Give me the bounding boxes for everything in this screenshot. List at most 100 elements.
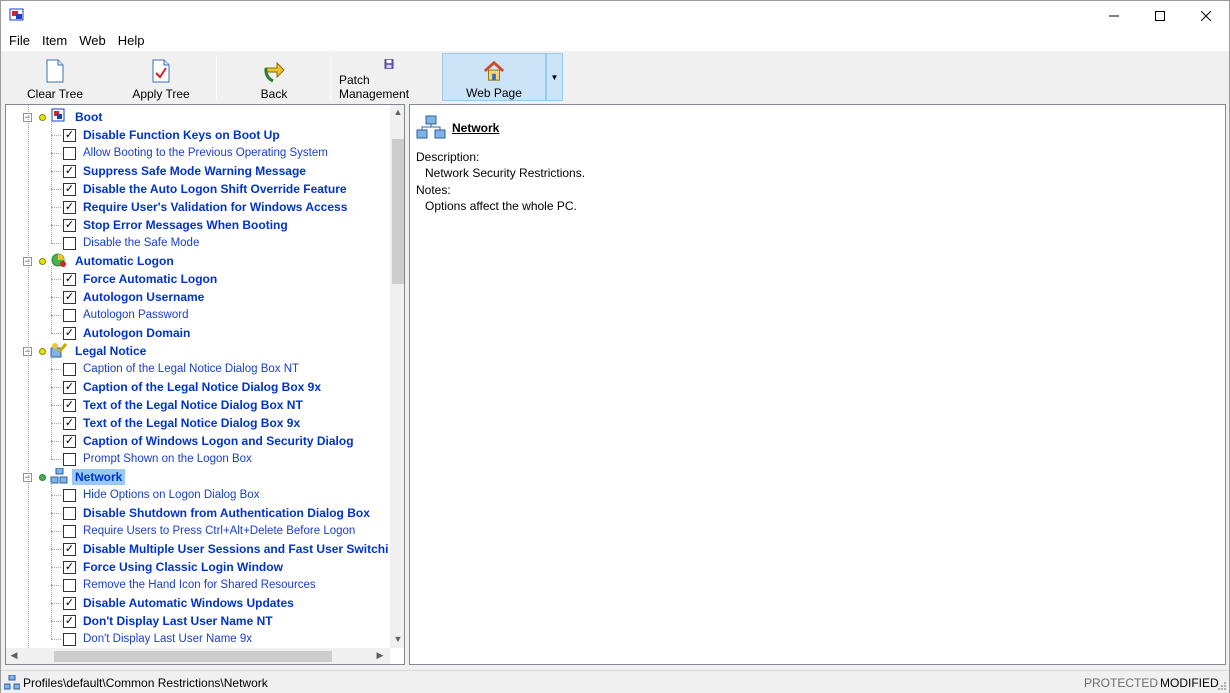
menu-help[interactable]: Help	[112, 31, 151, 51]
tree-connector	[51, 266, 52, 333]
web-page-button[interactable]: Web Page	[442, 53, 546, 101]
checked-checkbox[interactable]: ✓	[63, 218, 76, 232]
tree-item-label: Require User's Validation for Windows Ac…	[83, 200, 348, 214]
tree-connector	[51, 495, 61, 496]
checked-checkbox[interactable]: ✓	[63, 272, 76, 286]
checked-checkbox[interactable]: ✓	[63, 434, 76, 448]
checked-checkbox[interactable]: ✓	[63, 128, 76, 142]
restrictions-tree[interactable]: − Boot ✓ Disable Function Keys on Boot Up Al…	[6, 105, 390, 648]
tree-connector	[51, 189, 61, 190]
tree-category-legal-notice[interactable]: − Legal Notice	[23, 342, 149, 360]
tree-vertical-scrollbar[interactable]: ▲ ▼	[390, 105, 404, 648]
checked-checkbox[interactable]: ✓	[63, 614, 76, 628]
unchecked-checkbox[interactable]	[63, 524, 76, 538]
tree-item[interactable]: ✓ Force Automatic Logon	[63, 270, 217, 288]
menu-web[interactable]: Web	[73, 31, 112, 51]
tree-item-label: Suppress Safe Mode Warning Message	[83, 164, 306, 178]
unchecked-checkbox[interactable]	[63, 578, 76, 592]
checked-checkbox[interactable]: ✓	[63, 596, 76, 610]
apply-tree-button[interactable]: Apply Tree	[119, 53, 203, 101]
scroll-down-icon[interactable]: ▼	[390, 634, 404, 644]
tree-item[interactable]: ✓ Force Using Classic Login Window	[63, 558, 283, 576]
checked-checkbox[interactable]: ✓	[63, 560, 76, 574]
tree-item[interactable]: Caption of the Legal Notice Dialog Box N…	[63, 360, 299, 378]
tree-item-label: Autologon Domain	[83, 326, 191, 340]
checked-checkbox[interactable]: ✓	[63, 542, 76, 556]
tree-item[interactable]: ✓ Autologon Username	[63, 288, 204, 306]
tree-item-label: Disable Shutdown from Authentication Dia…	[83, 506, 370, 520]
minimize-button[interactable]	[1091, 1, 1137, 31]
tree-item[interactable]: Don't Display Last User Name 9x	[63, 630, 252, 648]
patch-management-button[interactable]: Patch Management	[339, 53, 439, 101]
menu-file[interactable]: File	[3, 31, 36, 51]
unchecked-checkbox[interactable]	[63, 506, 76, 520]
checked-checkbox[interactable]: ✓	[63, 380, 76, 394]
scroll-up-icon[interactable]: ▲	[390, 107, 404, 117]
tree-category-boot[interactable]: − Boot	[23, 108, 105, 126]
tree-item[interactable]: ✓ Caption of Windows Logon and Security D…	[63, 432, 354, 450]
tree-horizontal-scrollbar[interactable]: ◀ ▶	[6, 648, 390, 664]
tree-item[interactable]: Hide Options on Logon Dialog Box	[63, 486, 259, 504]
tree-item[interactable]: Disable the Safe Mode	[63, 234, 199, 252]
tree-item[interactable]: ✓ Disable Automatic Windows Updates	[63, 594, 294, 612]
tree-item[interactable]: ✓ Text of the Legal Notice Dialog Box 9x	[63, 414, 300, 432]
tree-category-label: Boot	[75, 110, 103, 124]
tree-connector	[51, 171, 61, 172]
tree-connector	[51, 356, 52, 459]
tree-item[interactable]: ✓ Disable Function Keys on Boot Up	[63, 126, 280, 144]
unchecked-checkbox[interactable]	[63, 452, 76, 466]
back-arrow-icon	[264, 61, 285, 83]
tree-item[interactable]: Allow Booting to the Previous Operating …	[63, 144, 328, 162]
menu-item[interactable]: Item	[36, 31, 73, 51]
checked-checkbox[interactable]: ✓	[63, 416, 76, 430]
checked-checkbox[interactable]: ✓	[63, 290, 76, 304]
horizontal-scroll-thumb[interactable]	[54, 651, 332, 662]
tree-item-label: Autologon Username	[83, 290, 205, 304]
tree-item[interactable]: Remove the Hand Icon for Shared Resource…	[63, 576, 316, 594]
tree-item[interactable]: ✓ Autologon Domain	[63, 324, 190, 342]
checked-checkbox[interactable]: ✓	[63, 326, 76, 340]
tree-connector	[51, 225, 61, 226]
tree-item[interactable]: ✓ Disable Multiple User Sessions and Fast…	[63, 540, 388, 558]
scroll-left-icon[interactable]: ◀	[6, 650, 22, 661]
unchecked-checkbox[interactable]	[63, 146, 76, 160]
close-button[interactable]	[1183, 1, 1229, 31]
web-page-dropdown-button[interactable]: ▼	[546, 53, 563, 101]
unchecked-checkbox[interactable]	[63, 362, 76, 376]
tree-item[interactable]: Require Users to Press Ctrl+Alt+Delete B…	[63, 522, 355, 540]
tree-item[interactable]: ✓ Text of the Legal Notice Dialog Box NT	[63, 396, 303, 414]
checked-checkbox[interactable]: ✓	[63, 398, 76, 412]
tree-connector	[51, 153, 61, 154]
checked-checkbox[interactable]: ✓	[63, 200, 76, 214]
tree-item-label: Text of the Legal Notice Dialog Box NT	[83, 398, 303, 412]
tree-connector	[51, 333, 61, 334]
maximize-button[interactable]	[1137, 1, 1183, 31]
tree-item[interactable]: ✓ Don't Display Last User Name NT	[63, 612, 273, 630]
tree-item[interactable]: ✓ Stop Error Messages When Booting	[63, 216, 288, 234]
checked-checkbox[interactable]: ✓	[63, 182, 76, 196]
tree-item[interactable]: Autologon Password	[63, 306, 188, 324]
vertical-scroll-thumb[interactable]	[392, 139, 404, 284]
back-button[interactable]: Back	[233, 53, 315, 101]
tree-item[interactable]: ✓ Suppress Safe Mode Warning Message	[63, 162, 306, 180]
tree-item-label: Require Users to Press Ctrl+Alt+Delete B…	[83, 525, 356, 537]
unchecked-checkbox[interactable]	[63, 308, 76, 322]
unchecked-checkbox[interactable]	[63, 488, 76, 502]
resize-grip-icon[interactable]	[1217, 681, 1227, 691]
tree-item[interactable]: ✓ Require User's Validation for Windows A…	[63, 198, 347, 216]
tree-item[interactable]: Prompt Shown on the Logon Box	[63, 450, 252, 468]
network-icon	[416, 115, 446, 139]
unchecked-checkbox[interactable]	[63, 236, 76, 250]
tree-category-network[interactable]: − Network	[23, 467, 126, 486]
tree-item[interactable]: Disable Shutdown from Authentication Dia…	[63, 504, 370, 522]
tree-connector	[51, 585, 61, 586]
checked-checkbox[interactable]: ✓	[63, 164, 76, 178]
tree-item[interactable]: ✓ Caption of the Legal Notice Dialog Box …	[63, 378, 321, 396]
tree-connector	[51, 279, 61, 280]
tree-item[interactable]: ✓ Disable the Auto Logon Shift Override F…	[63, 180, 347, 198]
unchecked-checkbox[interactable]	[63, 632, 76, 646]
tree-category-automatic-logon[interactable]: − Automatic Logon	[23, 252, 177, 270]
scroll-right-icon[interactable]: ▶	[372, 650, 388, 661]
blank-document-icon	[46, 59, 64, 83]
clear-tree-button[interactable]: Clear Tree	[15, 53, 95, 101]
